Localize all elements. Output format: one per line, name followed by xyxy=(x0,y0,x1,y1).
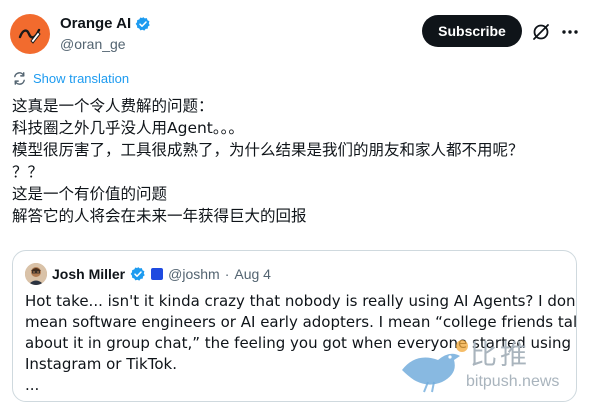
tweet-line: 这真是一个令人费解的问题： xyxy=(12,97,214,115)
author-handle[interactable]: @oran_ge xyxy=(60,36,126,52)
pen-icon xyxy=(18,28,41,44)
quoted-tweet-date[interactable]: Aug 4 xyxy=(234,266,271,282)
translate-icon xyxy=(14,72,25,85)
author-name-row[interactable]: Orange AI xyxy=(60,15,151,32)
watermark-domain: bitpush.news xyxy=(466,373,560,390)
more-options-icon[interactable] xyxy=(560,22,580,42)
show-translation-link[interactable]: Show translation xyxy=(12,71,129,86)
show-translation-label[interactable]: Show translation xyxy=(33,71,129,86)
person-avatar-icon xyxy=(25,263,47,285)
tweet-line: 模型很厉害了，工具很成熟了，为什么结果是我们的朋友和家人都不用呢？ xyxy=(12,141,524,159)
quoted-tweet-header: Josh Miller @joshm · Aug 4 xyxy=(25,263,271,285)
verified-badge-icon xyxy=(130,267,145,281)
tweet-text: 这真是一个令人费解的问题： 科技圈之外几乎没人用Agent。。。 模型很厉害了，… xyxy=(12,95,587,227)
quoted-line: Hot take... isn't it kinda crazy that no… xyxy=(25,292,577,310)
meta-separator: · xyxy=(224,266,230,282)
author-avatar[interactable] xyxy=(10,14,50,54)
subscribe-button[interactable]: Subscribe xyxy=(422,15,522,47)
tweet-line: 科技圈之外几乎没人用Agent。。。 xyxy=(12,119,244,137)
affiliation-badge-icon xyxy=(151,268,164,280)
quoted-author-avatar[interactable] xyxy=(25,263,47,285)
verified-badge-icon xyxy=(135,16,150,31)
tweet-line: ？？ xyxy=(12,163,44,181)
quoted-author-handle[interactable]: @joshm xyxy=(168,266,220,282)
tweet-line: 解答它的人将会在未来一年获得巨大的回报 xyxy=(12,207,307,225)
quoted-author-name[interactable]: Josh Miller xyxy=(52,266,125,282)
author-display-name[interactable]: Orange AI xyxy=(60,15,131,32)
tweet-line: 这是一个有价值的问题 xyxy=(12,185,168,203)
watermark-chinese: 比推 xyxy=(470,340,530,371)
grok-icon[interactable] xyxy=(531,22,551,42)
